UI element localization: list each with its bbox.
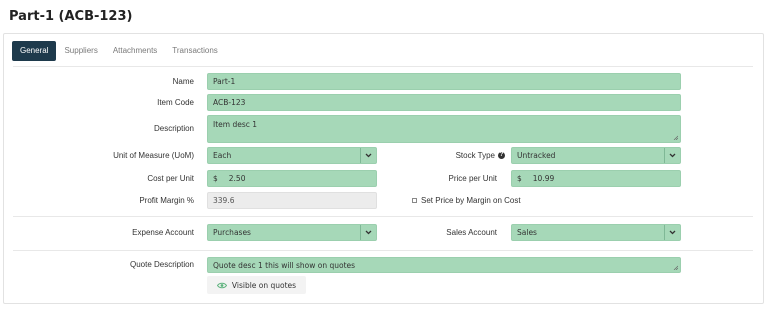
divider xyxy=(13,66,753,67)
expense-account-select[interactable]: Purchases xyxy=(207,224,377,241)
expense-account-label: Expense Account xyxy=(132,228,194,237)
divider xyxy=(13,250,753,251)
stock-type-value: Untracked xyxy=(517,151,556,160)
info-icon[interactable]: ? xyxy=(498,152,505,160)
price-per-unit-value: 10.99 xyxy=(532,174,555,183)
item-code-value: ACB-123 xyxy=(213,98,246,107)
stock-type-label-text: Stock Type xyxy=(455,151,495,160)
description-value: Item desc 1 xyxy=(213,120,258,129)
name-label: Name xyxy=(172,77,194,86)
chevron-down-icon xyxy=(360,148,376,163)
tab-transactions[interactable]: Transactions xyxy=(165,41,225,61)
uom-label: Unit of Measure (UoM) xyxy=(113,151,194,160)
tab-attachments[interactable]: Attachments xyxy=(106,41,164,61)
set-price-by-margin-label[interactable]: Set Price by Margin on Cost xyxy=(421,196,521,205)
sales-account-value: Sales xyxy=(517,228,537,237)
set-price-by-margin-checkbox[interactable] xyxy=(412,198,417,203)
sales-account-select[interactable]: Sales xyxy=(511,224,681,241)
price-per-unit-label: Price per Unit xyxy=(448,174,497,183)
cost-per-unit-input[interactable]: $ 2.50 xyxy=(207,170,377,187)
visible-on-quotes-toggle[interactable]: Visible on quotes xyxy=(207,276,306,294)
uom-select[interactable]: Each xyxy=(207,147,377,164)
expense-account-value: Purchases xyxy=(213,228,251,237)
stock-type-label: Stock Type? xyxy=(420,151,505,160)
tab-bar: General Suppliers Attachments Transactio… xyxy=(12,41,226,61)
tab-general[interactable]: General xyxy=(12,41,57,61)
sales-account-label: Sales Account xyxy=(446,228,497,237)
chevron-down-icon xyxy=(664,225,680,240)
cost-per-unit-label: Cost per Unit xyxy=(147,174,194,183)
item-code-label: Item Code xyxy=(157,98,194,107)
profit-margin-value: 339.6 xyxy=(213,196,235,205)
quote-description-label: Quote Description xyxy=(129,260,194,269)
item-code-input[interactable]: ACB-123 xyxy=(207,94,681,111)
uom-value: Each xyxy=(213,151,232,160)
description-label: Description xyxy=(153,124,194,133)
resize-grip-icon[interactable] xyxy=(673,135,678,140)
cost-per-unit-value: 2.50 xyxy=(228,174,246,183)
stock-type-select[interactable]: Untracked xyxy=(511,147,681,164)
name-input[interactable]: Part-1 xyxy=(207,73,681,90)
currency-symbol: $ xyxy=(517,174,522,183)
profit-margin-field: 339.6 xyxy=(207,192,377,209)
quote-description-value: Quote desc 1 this will show on quotes xyxy=(213,261,356,270)
page-title: Part-1 (ACB-123) xyxy=(9,9,133,24)
profit-margin-label: Profit Margin % xyxy=(139,196,194,205)
chevron-down-icon xyxy=(360,225,376,240)
visible-on-quotes-label: Visible on quotes xyxy=(231,280,297,290)
eye-icon xyxy=(216,282,227,288)
price-per-unit-input[interactable]: $ 10.99 xyxy=(511,170,681,187)
currency-symbol: $ xyxy=(213,174,218,183)
quote-description-textarea[interactable]: Quote desc 1 this will show on quotes xyxy=(207,257,681,273)
tab-suppliers[interactable]: Suppliers xyxy=(57,41,104,61)
divider xyxy=(13,216,753,217)
chevron-down-icon xyxy=(664,148,680,163)
resize-grip-icon[interactable] xyxy=(673,265,678,270)
name-value: Part-1 xyxy=(213,77,236,86)
description-textarea[interactable]: Item desc 1 xyxy=(207,115,681,143)
